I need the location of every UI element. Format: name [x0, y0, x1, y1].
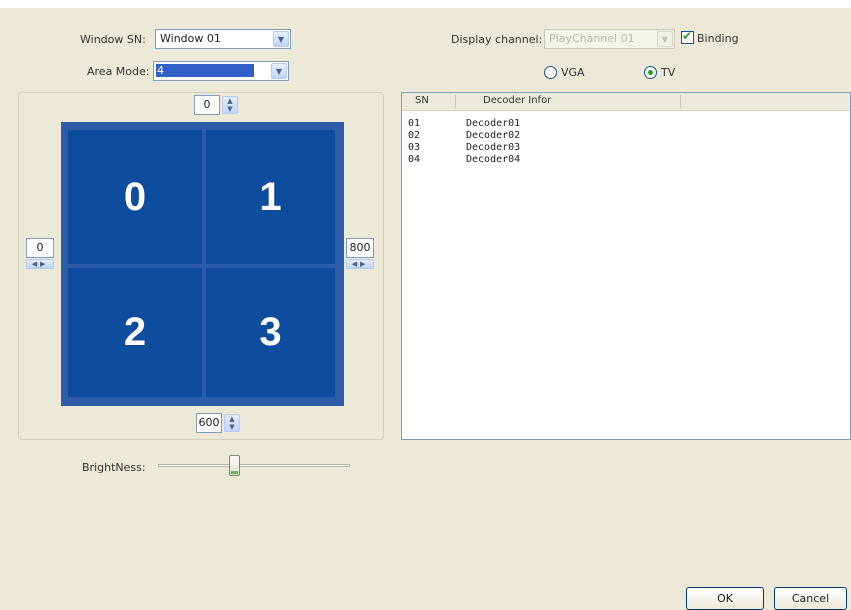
list-item-sn: 01 [408, 118, 421, 129]
left-position-input[interactable]: 0 [26, 238, 54, 258]
binding-checkbox[interactable]: ✔ [681, 29, 694, 44]
slider-thumb-highlight [231, 471, 238, 474]
brightness-label: BrightNess: [82, 461, 146, 474]
top-position-input[interactable]: 0 [194, 95, 220, 115]
column-decoder-infor[interactable]: Decoder Infor [483, 95, 551, 106]
radio-selected-dot [648, 70, 653, 75]
vga-label: VGA [561, 66, 585, 79]
window-sn-select[interactable]: Window 01 ▼ [155, 29, 291, 49]
area-cell-0[interactable]: 0 [68, 130, 202, 264]
brightness-slider[interactable] [158, 464, 350, 467]
area-mode-select[interactable]: 4 ▼ [153, 61, 289, 81]
list-item-info: Decoder01 [466, 118, 521, 129]
list-item-sn: 03 [408, 142, 421, 153]
area-cell-1[interactable]: 1 [206, 130, 335, 264]
area-cell-2[interactable]: 2 [68, 268, 202, 397]
display-channel-value: PlayChannel 01 [549, 32, 635, 45]
decoder-list[interactable]: SN Decoder Infor 01 Decoder01 02 Decoder… [401, 92, 851, 440]
cancel-button[interactable]: Cancel [774, 587, 847, 610]
ok-button[interactable]: OK [686, 587, 764, 610]
top-edge [0, 0, 851, 8]
tv-label: TV [661, 66, 676, 79]
area-mode-value: 4 [156, 64, 254, 77]
list-item-sn: 04 [408, 154, 421, 165]
checkmark-icon: ✔ [682, 29, 693, 43]
window-sn-label: Window SN: [80, 33, 146, 46]
bottom-position-input[interactable]: 600 [196, 413, 222, 433]
list-item-info: Decoder04 [466, 154, 521, 165]
up-down-arrows-icon[interactable]: ▲ ▼ [224, 414, 240, 432]
list-item-sn: 02 [408, 130, 421, 141]
chevron-down-icon[interactable]: ▼ [271, 63, 287, 79]
area-cell-3[interactable]: 3 [206, 268, 335, 397]
display-channel-label: Display channel: [451, 33, 543, 46]
vga-radio[interactable] [544, 66, 557, 79]
display-channel-select[interactable]: PlayChannel 01 ▼ [544, 29, 675, 49]
chevron-down-icon[interactable]: ▼ [273, 31, 289, 47]
list-item-info: Decoder03 [466, 142, 521, 153]
left-right-arrows-icon[interactable]: ◀▶ [26, 259, 54, 269]
tv-radio[interactable] [644, 66, 657, 79]
list-item-info: Decoder02 [466, 130, 521, 141]
left-right-arrows-icon[interactable]: ◀▶ [346, 259, 374, 269]
window-sn-value: Window 01 [160, 32, 221, 45]
up-down-arrows-icon[interactable]: ▲ ▼ [222, 96, 238, 114]
chevron-down-icon: ▼ [657, 31, 673, 47]
column-divider[interactable] [680, 95, 681, 108]
area-mode-label: Area Mode: [87, 65, 150, 78]
column-divider[interactable] [455, 95, 456, 108]
brightness-slider-thumb[interactable] [229, 455, 240, 476]
column-sn[interactable]: SN [415, 95, 429, 106]
binding-label: Binding [697, 32, 739, 45]
right-position-input[interactable]: 800 [346, 238, 374, 258]
decoder-list-header: SN Decoder Infor [402, 93, 850, 111]
